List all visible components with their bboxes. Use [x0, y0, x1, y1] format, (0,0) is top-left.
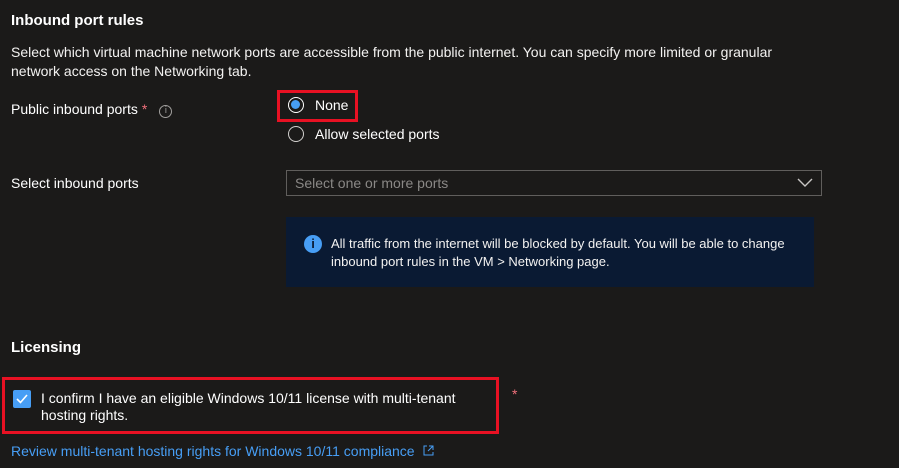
license-required-asterisk: * [512, 386, 518, 402]
licensing-heading: Licensing [11, 339, 82, 356]
inbound-description: Select which virtual machine network por… [11, 44, 773, 79]
chevron-down-icon [797, 178, 813, 187]
info-filled-icon: i [304, 235, 322, 253]
info-icon[interactable]: i [159, 105, 173, 118]
info-message-text: All traffic from the internet will be bl… [331, 236, 785, 269]
review-compliance-link-row[interactable]: Review multi-tenant hosting rights for W… [11, 443, 434, 459]
radio-allow-selected-ports[interactable]: Allow selected ports [288, 126, 440, 142]
radio-allow-selected-ports-label: Allow selected ports [315, 126, 440, 142]
radio-unselected-icon[interactable] [288, 126, 304, 142]
radio-none[interactable]: None [288, 97, 348, 113]
select-inbound-ports-dropdown[interactable]: Select one or more ports [286, 170, 822, 196]
required-asterisk: * [141, 101, 148, 117]
public-inbound-ports-label: Public inbound ports [11, 101, 138, 117]
external-link-icon[interactable] [423, 445, 434, 456]
select-ports-placeholder: Select one or more ports [295, 175, 449, 191]
radio-none-label: None [315, 97, 349, 113]
license-confirm-label: I confirm I have an eligible Windows 10/… [41, 390, 456, 423]
checkmark-icon [16, 394, 28, 404]
radio-selected-icon[interactable] [288, 97, 304, 113]
select-inbound-ports-label: Select inbound ports [11, 175, 139, 191]
public-inbound-ports-label-row: Public inbound ports * i [11, 101, 173, 118]
info-message-box: i All traffic from the internet will be … [286, 217, 814, 287]
checkbox-checked-icon[interactable] [13, 390, 31, 408]
inbound-port-rules-heading: Inbound port rules [11, 12, 144, 29]
license-confirm-checkbox[interactable]: I confirm I have an eligible Windows 10/… [13, 390, 491, 424]
review-compliance-link[interactable]: Review multi-tenant hosting rights for W… [11, 443, 415, 459]
